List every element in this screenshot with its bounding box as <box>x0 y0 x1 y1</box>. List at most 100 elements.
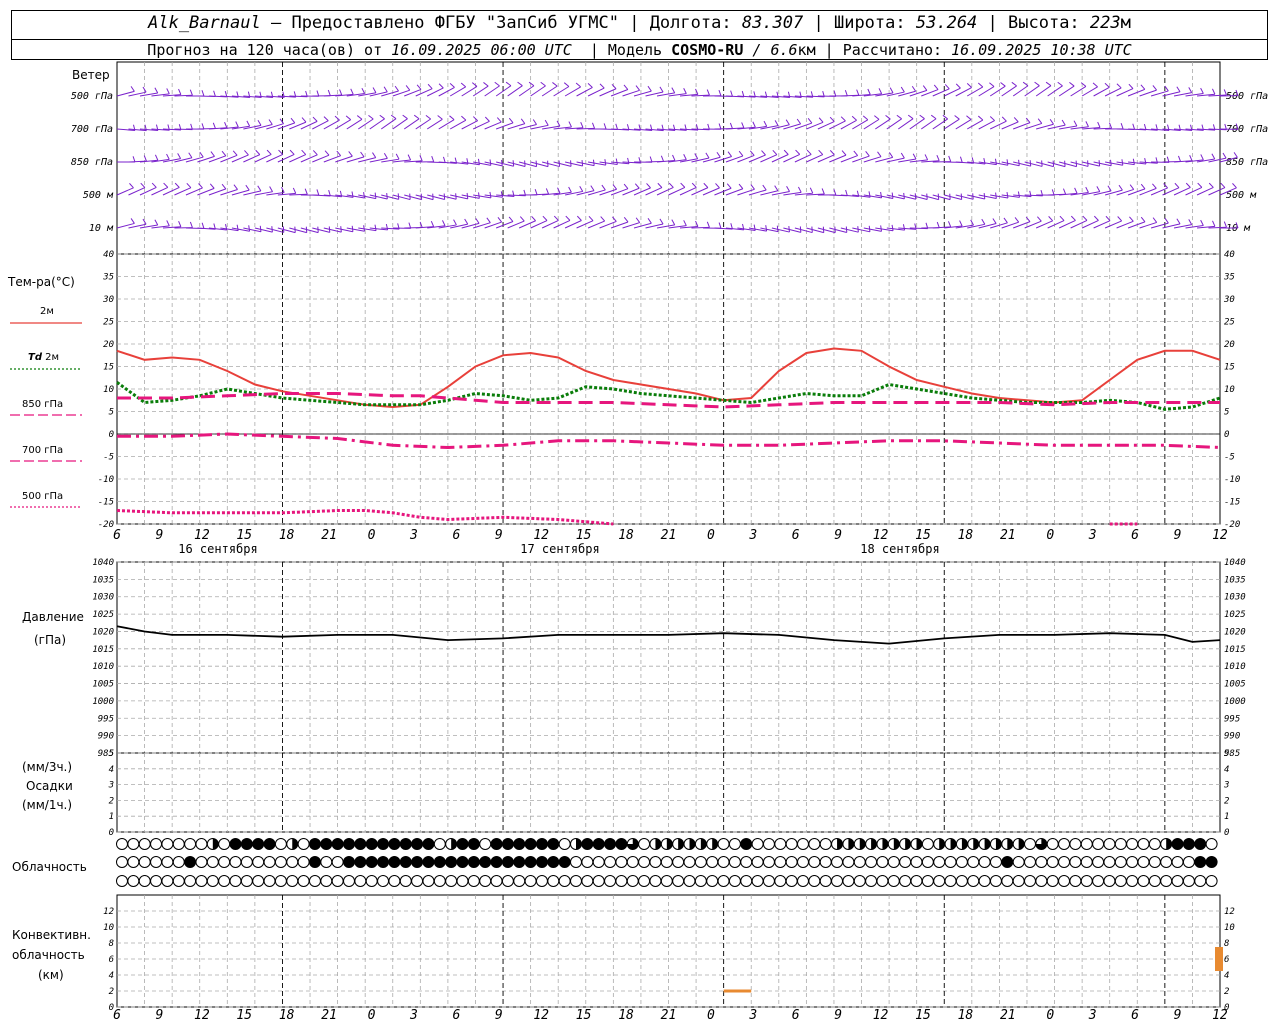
wind-barb <box>943 118 960 130</box>
wind-barb-flag <box>484 116 490 122</box>
precip-panel-ytick-right: 0 <box>1224 828 1229 838</box>
x-tick-label-bottom: 0 <box>368 1008 376 1023</box>
wind-barb-flag <box>166 220 170 227</box>
x-tick-label-bottom: 18 <box>279 1008 295 1023</box>
wind-barb-flag <box>659 218 664 225</box>
wind-barb-flag <box>245 184 250 191</box>
cloud-symbol <box>138 856 151 868</box>
cloud-symbol <box>1080 875 1093 887</box>
wind-barb-flag <box>1037 216 1042 222</box>
cloud-symbol <box>501 838 514 850</box>
wind-barb-flag <box>453 219 457 226</box>
x-tick-label: 21 <box>1000 528 1016 543</box>
cloud-symbol <box>535 856 548 868</box>
cloud-symbol <box>501 875 514 887</box>
cloud-symbol <box>592 875 605 887</box>
wind-barb-flag <box>563 82 570 87</box>
precip-panel-ytick-right: 2 <box>1224 796 1229 806</box>
wind-barb-flag <box>1140 84 1146 90</box>
pressure-panel-ytick-right: 1020 <box>1224 627 1246 637</box>
cloud-symbol <box>150 875 163 887</box>
cloud-symbol <box>1058 856 1071 868</box>
x-tick-label: 9 <box>1174 528 1182 543</box>
cloud-symbol <box>581 856 594 868</box>
wind-barb <box>426 118 443 130</box>
cloud-symbol-half <box>655 838 661 850</box>
cloud-symbol <box>1024 838 1036 850</box>
wind-barb-flag <box>1014 217 1020 223</box>
cloud-symbol <box>1092 838 1105 850</box>
wind-barb-flag <box>372 152 377 158</box>
wind-barb-flag <box>867 88 871 95</box>
temp-panel-ytick-right: -10 <box>1224 475 1240 485</box>
date-label: 16 сентября <box>178 542 257 556</box>
cloud-symbol <box>933 856 946 868</box>
cloud-symbol <box>558 838 571 850</box>
cloud-symbol <box>116 856 128 868</box>
wind-barb-flag <box>210 151 215 157</box>
cloud-symbol <box>479 856 492 868</box>
wind-barb-flag <box>703 182 709 188</box>
wind-barb-flag <box>363 225 365 232</box>
wind-barb-flag <box>601 184 606 191</box>
temp-panel-ytick-left: 20 <box>103 340 114 350</box>
wind-barb-flag <box>363 192 366 199</box>
wind-barb-flag <box>505 81 512 87</box>
wind-barb-flag <box>449 115 455 121</box>
temp-panel-ytick-right: 20 <box>1224 340 1235 350</box>
wind-barb-flag <box>762 184 767 191</box>
wind-barb-flag <box>880 191 883 198</box>
date-label: 18 сентября <box>860 542 939 556</box>
pressure-panel-ytick-left: 1000 <box>92 697 114 707</box>
cloud-symbol <box>1046 856 1059 868</box>
cloud-symbol <box>535 875 548 887</box>
cloud-symbol-half <box>678 838 684 850</box>
wind-barb-flag <box>312 116 318 122</box>
cloud-symbol <box>1069 856 1082 868</box>
cloud-symbol-half <box>1018 838 1025 850</box>
wind-barb-flag <box>266 149 272 155</box>
wind-barb-flag <box>623 84 629 90</box>
cloud-symbol <box>1024 856 1036 868</box>
wind-barb-flag <box>1011 81 1017 87</box>
x-tick-label-bottom: 21 <box>321 1008 337 1023</box>
wind-barb-flag <box>257 185 262 192</box>
cloud-symbol <box>1092 856 1105 868</box>
x-tick-label-bottom: 6 <box>113 1008 121 1023</box>
wind-barb-flag <box>374 192 377 199</box>
cloud-symbol <box>206 875 219 887</box>
cloud-symbol <box>1080 838 1093 850</box>
wind-level-left: 850 гПа <box>71 157 113 168</box>
wind-barb-flag <box>615 158 618 165</box>
wind-barb-flag <box>1176 218 1181 225</box>
cloud-symbol <box>320 838 333 850</box>
pressure-panel-ytick-right: 1000 <box>1224 697 1246 707</box>
wind-barb-flag <box>807 118 813 124</box>
cloud-symbol <box>320 875 333 887</box>
x-tick-label-bottom: 21 <box>1000 1008 1016 1023</box>
cloud-symbol <box>876 875 889 887</box>
wind-barb-flag <box>198 183 203 189</box>
wind-barb-flag <box>845 189 848 196</box>
wind-barb-flag <box>1211 153 1216 160</box>
wind-barb <box>530 85 546 97</box>
cloud-symbol <box>354 838 367 850</box>
wind-barb-flag <box>611 84 617 90</box>
wind-barb-flag <box>154 154 159 161</box>
x-tick-label: 6 <box>1131 528 1139 543</box>
wind-barb-flag <box>623 216 629 223</box>
cloud-symbol <box>320 856 333 868</box>
cloud-symbol <box>819 838 832 850</box>
wind-barb-flag <box>947 221 952 228</box>
cloud-symbol <box>388 875 401 887</box>
cloud-symbol-half <box>939 838 945 850</box>
wind-barb-flag <box>856 89 860 96</box>
cloud-symbol <box>785 875 798 887</box>
wind-barb-flag <box>224 122 228 128</box>
cloud-symbol <box>785 838 798 850</box>
cloud-symbol <box>479 838 492 850</box>
wind-barb-flag <box>552 82 558 87</box>
wind-barb-flag <box>948 155 952 162</box>
cloud-symbol <box>808 856 821 868</box>
wind-barb-flag <box>992 218 997 224</box>
